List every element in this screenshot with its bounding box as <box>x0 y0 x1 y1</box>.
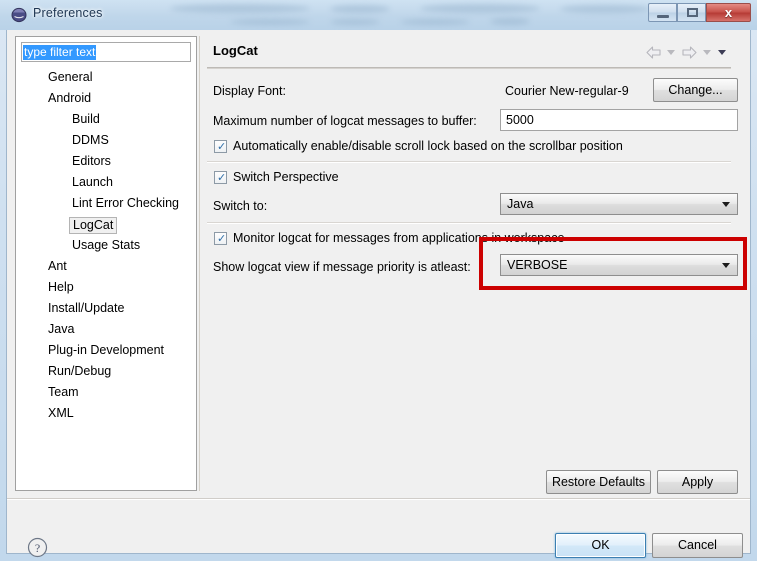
section-separator <box>207 161 731 163</box>
window-title: Preferences <box>33 6 103 20</box>
monitor-logcat-checkbox[interactable]: ✓ <box>214 232 227 245</box>
glass-reflection <box>330 19 380 25</box>
sidebar-item-ant[interactable]: Ant <box>16 256 196 277</box>
priority-value: VERBOSE <box>507 258 568 272</box>
change-font-button[interactable]: Change... <box>653 78 738 102</box>
section-separator <box>207 222 731 224</box>
minimize-button[interactable] <box>648 3 677 22</box>
sidebar-item-label: LogCat <box>69 217 118 234</box>
buffer-size-input[interactable]: 5000 <box>500 109 738 131</box>
page-title: LogCat <box>213 43 258 58</box>
glass-reflection <box>400 19 470 25</box>
question-mark-icon[interactable]: ? <box>27 537 48 558</box>
sidebar-item-label: Team <box>48 385 79 399</box>
chevron-down-icon <box>722 263 730 268</box>
switch-to-value: Java <box>507 197 534 211</box>
sidebar-item-android[interactable]: Android <box>16 88 196 109</box>
sidebar-item-run-debug[interactable]: Run/Debug <box>16 361 196 382</box>
filter-input[interactable]: type filter text <box>21 42 191 62</box>
monitor-logcat-label: Monitor logcat for messages from applica… <box>233 231 565 245</box>
sidebar-item-label: XML <box>48 406 74 420</box>
display-font-value: Courier New-regular-9 <box>505 84 629 98</box>
window-titlebar[interactable]: Preferences x <box>0 0 757 30</box>
preferences-tree-panel: type filter text General Android Build DDMS… <box>15 36 197 491</box>
cancel-button[interactable]: Cancel <box>652 533 743 558</box>
sidebar-item-label: Run/Debug <box>48 364 112 378</box>
chevron-down-icon <box>722 202 730 207</box>
sidebar-item-label: Launch <box>72 175 114 189</box>
checkmark-icon: ✓ <box>217 232 227 245</box>
sidebar-item-lint-error-checking[interactable]: Lint Error Checking <box>16 193 196 214</box>
glass-reflection <box>420 4 540 13</box>
eclipse-sphere-icon <box>11 7 27 23</box>
scroll-lock-checkbox[interactable]: ✓ <box>214 140 227 153</box>
sidebar-item-label: Install/Update <box>48 301 125 315</box>
display-font-label: Display Font: <box>213 84 286 98</box>
forward-history-chevron-down-icon[interactable] <box>702 46 713 58</box>
logcat-settings-panel: LogCat Display Font: Courier New-regular… <box>199 36 738 494</box>
sidebar-item-label: Help <box>48 280 74 294</box>
back-arrow-icon[interactable] <box>645 45 662 60</box>
sidebar-item-label: Java <box>48 322 75 336</box>
sidebar-item-ddms[interactable]: DDMS <box>16 130 196 151</box>
glass-reflection <box>490 18 530 25</box>
sidebar-item-java[interactable]: Java <box>16 319 196 340</box>
sidebar-item-label: Usage Stats <box>72 238 141 252</box>
checkmark-icon: ✓ <box>217 140 227 153</box>
sidebar-item-label: Android <box>48 91 92 105</box>
header-separator <box>207 67 731 69</box>
sidebar-item-xml[interactable]: XML <box>16 403 196 424</box>
close-button[interactable]: x <box>706 3 751 22</box>
sidebar-item-general[interactable]: General <box>16 67 196 88</box>
panel-header: LogCat <box>200 36 737 69</box>
sidebar-item-install-update[interactable]: Install/Update <box>16 298 196 319</box>
ok-button[interactable]: OK <box>555 533 646 558</box>
buffer-size-label: Maximum number of logcat messages to buf… <box>213 114 477 128</box>
svg-text:?: ? <box>35 541 40 555</box>
apply-button[interactable]: Apply <box>657 470 738 494</box>
back-history-chevron-down-icon[interactable] <box>666 46 677 58</box>
sidebar-item-team[interactable]: Team <box>16 382 196 403</box>
sidebar-item-usage-stats[interactable]: Usage Stats <box>16 235 196 256</box>
sidebar-item-plug-in-development[interactable]: Plug-in Development <box>16 340 196 361</box>
switch-perspective-checkbox[interactable]: ✓ <box>214 171 227 184</box>
sidebar-item-label: Lint Error Checking <box>72 196 179 210</box>
preferences-tree: General Android Build DDMS Editors Launch Lint… <box>16 67 196 424</box>
forward-arrow-icon[interactable] <box>681 45 698 60</box>
scroll-lock-label: Automatically enable/disable scroll lock… <box>233 139 623 153</box>
maximize-button[interactable] <box>677 3 706 22</box>
sidebar-item-label: Ant <box>48 259 67 273</box>
sidebar-item-label: Build <box>72 112 100 126</box>
switch-perspective-label: Switch Perspective <box>233 170 339 184</box>
switch-to-label: Switch to: <box>213 199 268 213</box>
minimize-icon <box>657 15 669 18</box>
glass-reflection <box>170 4 310 13</box>
glass-reflection <box>560 5 650 13</box>
view-menu-chevron-down-icon[interactable] <box>717 46 728 58</box>
preferences-window: Preferences x type filter text General An… <box>0 0 757 561</box>
sidebar-item-label: DDMS <box>72 133 109 147</box>
sidebar-item-logcat[interactable]: LogCat <box>16 214 196 235</box>
restore-defaults-button[interactable]: Restore Defaults <box>546 470 651 494</box>
checkmark-icon: ✓ <box>217 171 227 184</box>
sidebar-item-label: General <box>48 70 93 84</box>
footer-separator <box>7 498 750 500</box>
priority-label: Show logcat view if message priority is … <box>213 260 471 274</box>
switch-to-combobox[interactable]: Java <box>500 193 738 215</box>
filter-input-value: type filter text <box>23 45 97 60</box>
sidebar-item-help[interactable]: Help <box>16 277 196 298</box>
sidebar-item-label: Editors <box>72 154 111 168</box>
sidebar-item-launch[interactable]: Launch <box>16 172 196 193</box>
close-icon: x <box>724 5 733 20</box>
glass-reflection <box>230 19 310 25</box>
maximize-icon <box>687 8 698 17</box>
sidebar-item-editors[interactable]: Editors <box>16 151 196 172</box>
sidebar-item-label: Plug-in Development <box>48 343 165 357</box>
dialog-body: type filter text General Android Build DDMS… <box>6 30 751 558</box>
sidebar-item-build[interactable]: Build <box>16 109 196 130</box>
panel-nav-icons <box>645 43 728 61</box>
priority-combobox[interactable]: VERBOSE <box>500 254 738 276</box>
glass-reflection <box>330 5 390 13</box>
